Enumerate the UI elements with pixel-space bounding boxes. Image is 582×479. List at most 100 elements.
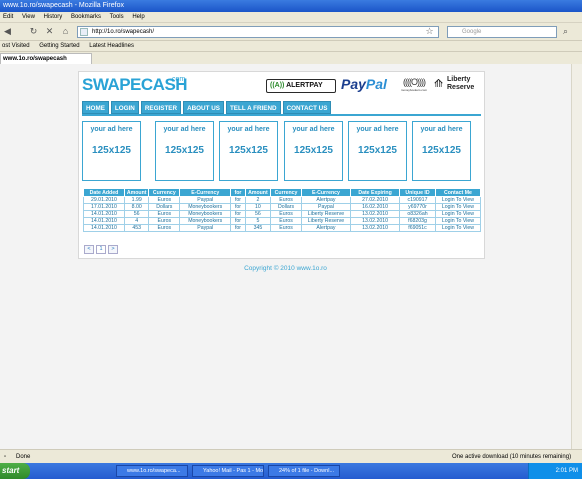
login-to-view-link[interactable]: Login To View [434,224,482,232]
search-icon[interactable]: ⌕ [560,26,571,37]
table-cell: Euros [270,210,302,218]
liberty-reserve-icon: ⟰ [434,78,444,90]
menu-view[interactable]: View [22,14,35,20]
taskbar-item-firefox[interactable]: www.1o.ro/swapeca... [116,465,188,477]
col-e-currency: E-Currency [179,188,232,197]
col-date-expiring: Date Expiring [349,188,401,197]
ad-text: your ad here [163,126,206,133]
ad-slot-2[interactable]: your ad here 125x125 [155,121,214,181]
pager-next-button[interactable]: > [108,245,118,254]
pager-page-1[interactable]: 1 [96,245,106,254]
table-cell: Dollars [270,203,302,211]
table-cell: Liberty Reserve [300,217,352,225]
nav-tell-a-friend[interactable]: TELL A FRIEND [225,101,281,114]
site-logo-suffix: .com [170,76,186,83]
copyright-text: Copyright © 2010 www.1o.ro [244,265,327,272]
table-cell: Euros [270,196,302,204]
table-cell: Dollars [148,203,181,211]
ad-slot-1[interactable]: your ad here 125x125 [82,121,141,181]
menu-bar: Edit View History Bookmarks Tools Help [0,12,582,23]
tab-swapecash[interactable]: www.1o.ro/swapecash [0,53,92,64]
menu-history[interactable]: History [44,14,63,20]
alertpay-logo: ((A)) ALERTPAY [266,79,336,93]
table-cell: 17.01.2010 [83,203,125,211]
ad-size: 125x125 [422,145,461,156]
table-row: 14.01.2010 4 Euros Moneybookers for 5 Eu… [83,217,482,225]
table-cell: Alertpay [300,196,352,204]
paypal-logo: PayPal [341,76,387,92]
status-text: Done [16,454,31,460]
col-amount-2: Amount [244,188,272,197]
login-to-view-link[interactable]: Login To View [434,210,482,218]
col-contact-me: Contact Me [434,188,482,197]
table-cell: f69051c [399,224,436,232]
table-cell: 16.02.2010 [349,203,401,211]
ad-slot-6[interactable]: your ad here 125x125 [412,121,471,181]
alertpay-mark: ((A)) [270,82,285,89]
search-field[interactable]: Google [447,26,557,38]
table-row: 14.01.2010 56 Euros Moneybookers for 56 … [83,210,482,218]
bookmark-star-icon[interactable]: ☆ [424,26,435,37]
nav-register[interactable]: REGISTER [140,101,182,114]
login-to-view-link[interactable]: Login To View [434,196,482,204]
download-status[interactable]: One active download (10 minutes remainin… [452,450,571,464]
ad-size: 125x125 [294,145,333,156]
table-cell: y69770r [399,203,436,211]
table-cell: 453 [123,224,150,232]
menu-edit[interactable]: Edit [3,14,13,20]
ad-slot-3[interactable]: your ad here 125x125 [219,121,278,181]
ad-size: 125x125 [92,145,131,156]
table-cell: for [230,224,246,232]
login-to-view-link[interactable]: Login To View [434,217,482,225]
table-cell: c190917 [399,196,436,204]
ad-text: your ad here [292,126,335,133]
table-cell: Euros [148,217,181,225]
reload-icon[interactable]: ↻ [28,26,39,37]
start-button[interactable]: start [0,463,30,479]
bookmark-latest-headlines[interactable]: Latest Headlines [89,43,134,49]
paypal-part-b: Pal [365,76,387,92]
table-cell: Euros [148,210,181,218]
table-cell: 8.00 [123,203,150,211]
table-cell: 1.99 [123,196,150,204]
menu-tools[interactable]: Tools [110,14,124,20]
col-date-added: Date Added [83,188,125,197]
liberty-reserve-logo: Liberty Reserve [447,76,475,91]
tab-strip: www.1o.ro/swapecash [0,52,582,64]
table-cell: o8326ah [399,210,436,218]
nav-home[interactable]: HOME [82,101,109,114]
ad-slot-4[interactable]: your ad here 125x125 [284,121,343,181]
table-cell: Alertpay [300,224,352,232]
menu-bookmarks[interactable]: Bookmarks [71,14,101,20]
pager-prev-button[interactable]: < [84,245,94,254]
col-currency: Currency [148,188,181,197]
taskbar-item-yahoo[interactable]: Yahoo! Mail - Pas 1 - Moz... [192,465,264,477]
login-to-view-link[interactable]: Login To View [434,203,482,211]
stop-icon[interactable]: ✕ [44,26,55,37]
back-icon[interactable]: ◀ [2,26,13,37]
table-cell: Euros [270,224,302,232]
nav-contact-us[interactable]: CONTACT US [282,101,332,114]
table-cell: for [230,210,246,218]
nav-about-us[interactable]: ABOUT US [183,101,224,114]
col-e-currency-2: E-Currency [300,188,352,197]
table-cell: Moneybookers [179,210,232,218]
table-cell: 14.01.2010 [83,224,125,232]
url-field[interactable]: http://1o.ro/swapecash/ [77,26,439,38]
url-text: http://1o.ro/swapecash/ [92,29,155,35]
alertpay-label: ALERTPAY [286,82,323,89]
taskbar-item-downloads[interactable]: 24% of 1 file - Downl... [268,465,340,477]
taskbar: start www.1o.ro/swapeca... Yahoo! Mail -… [0,463,582,479]
vertical-scrollbar[interactable] [571,64,582,449]
nav-login[interactable]: LOGIN [110,101,139,114]
menu-help[interactable]: Help [132,14,144,20]
home-icon[interactable]: ⌂ [60,26,71,37]
bookmark-getting-started[interactable]: Getting Started [39,43,79,49]
table-cell: Paypal [179,196,232,204]
ad-slot-5[interactable]: your ad here 125x125 [348,121,407,181]
bookmark-most-visited[interactable]: ost Visited [2,43,30,49]
table-cell: Paypal [179,224,232,232]
table-cell: Euros [270,217,302,225]
table-cell: 5 [244,217,272,225]
paypal-part-a: Pay [341,76,366,92]
